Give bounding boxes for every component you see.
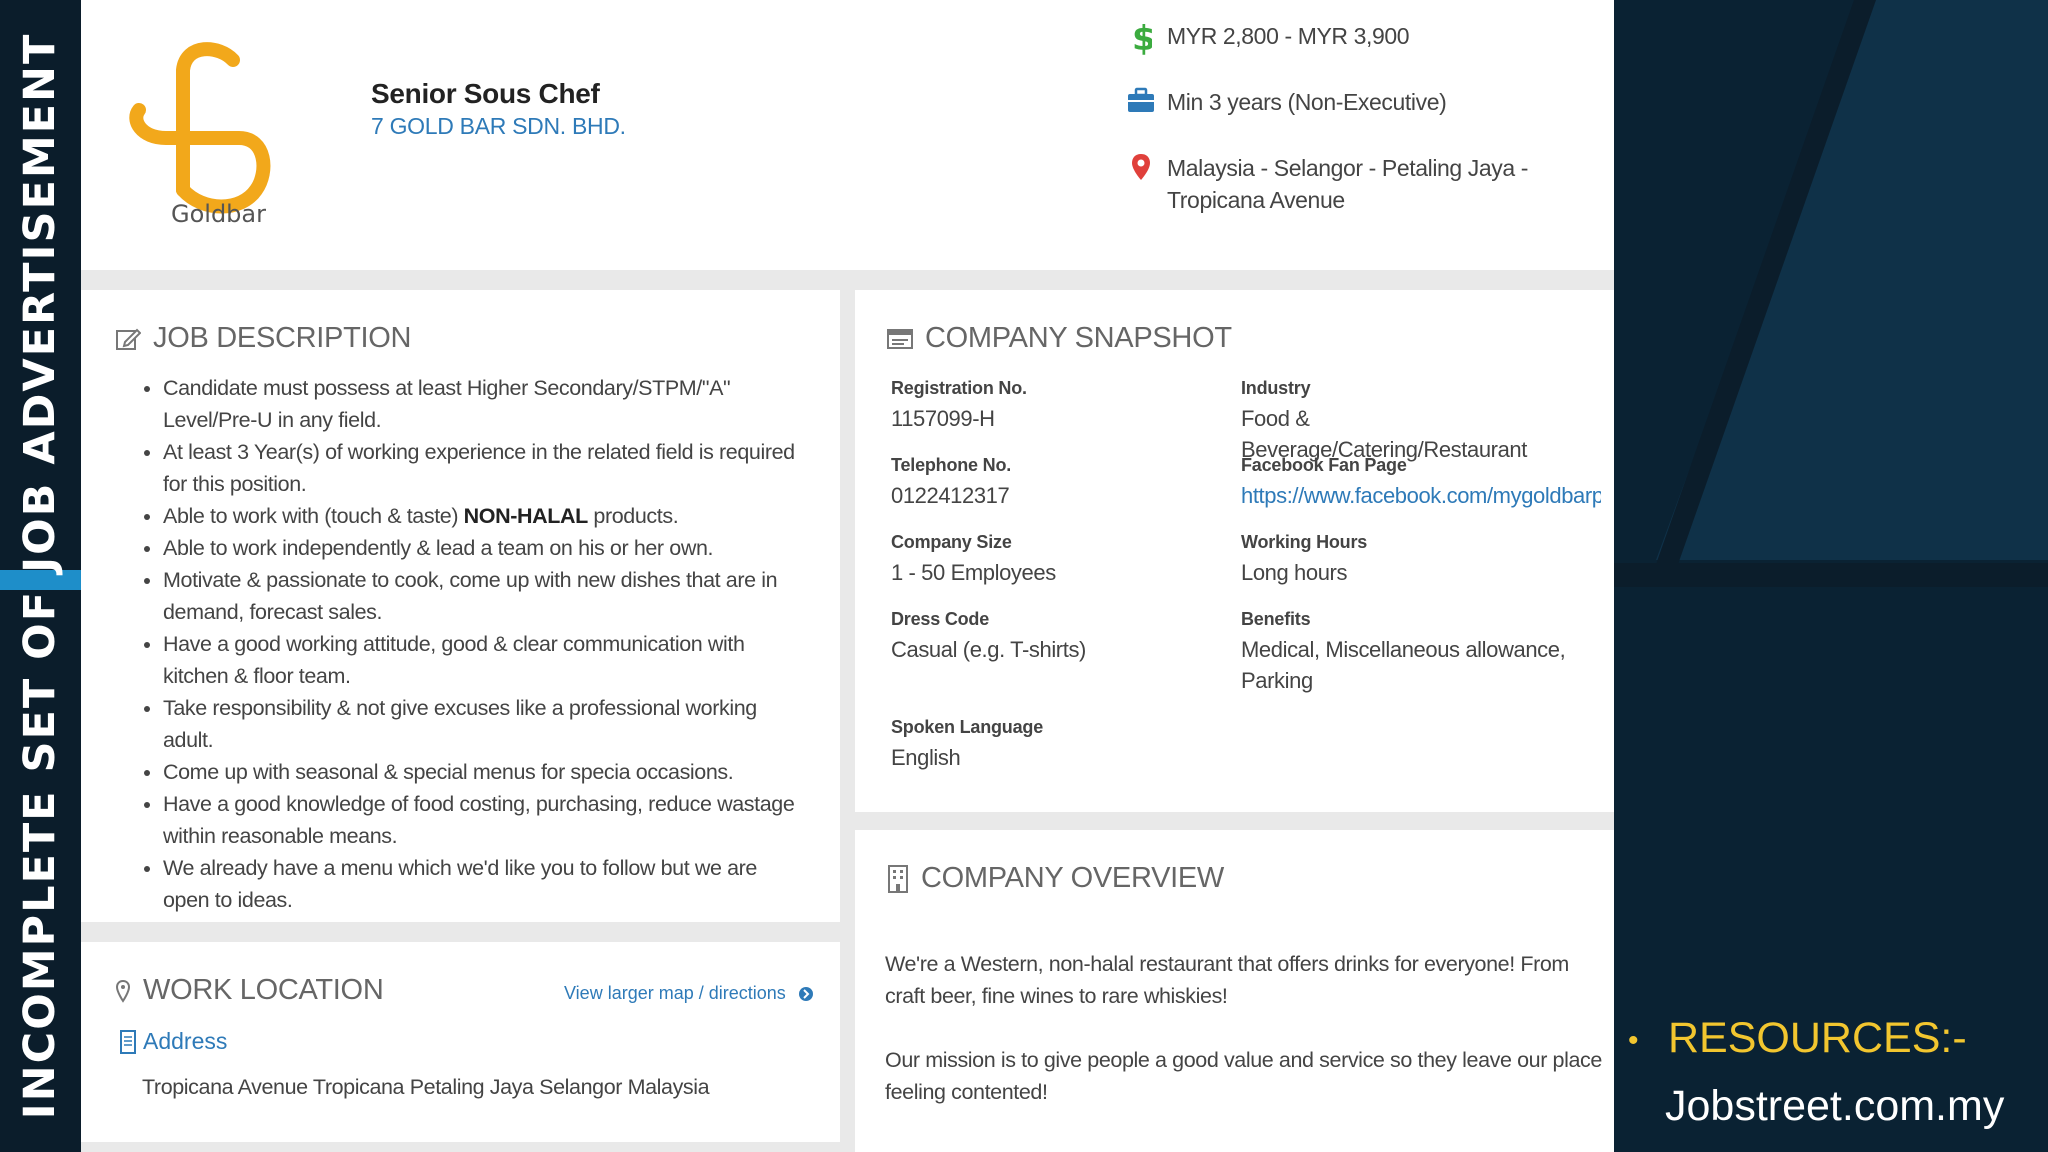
document-icon: [119, 1029, 137, 1055]
company-size-field: Company Size 1 - 50 Employees: [891, 532, 1056, 585]
job-ad-screenshot: Goldbar Senior Sous Chef 7 GOLD BAR SDN.…: [81, 0, 1614, 1152]
job-title: Senior Sous Chef: [371, 78, 600, 109]
map-pin-icon: [1121, 152, 1161, 182]
briefcase-icon: [1121, 86, 1161, 114]
list-item: Motivate & passionate to cook, come up w…: [163, 564, 803, 628]
resources-heading: • RESOURCES:-: [1628, 1014, 1967, 1062]
building-icon: [887, 864, 909, 894]
dollar-icon: $: [1121, 20, 1161, 56]
company-snapshot-heading: COMPANY SNAPSHOT: [887, 322, 1232, 355]
dress-code-field: Dress Code Casual (e.g. T-shirts): [891, 609, 1086, 662]
list-item: Come up with seasonal & special menus fo…: [163, 756, 803, 788]
svg-text:$: $: [1132, 20, 1152, 56]
list-item: We already have a menu which we'd like y…: [163, 852, 803, 916]
list-item: At least 3 Year(s) of working experience…: [163, 436, 803, 500]
industry-field: Industry Food & Beverage/Catering/Restau…: [1241, 378, 1527, 462]
edit-icon: [115, 326, 141, 352]
address-heading: Address: [119, 1028, 227, 1055]
salary-range: MYR 2,800 - MYR 3,900: [1167, 23, 1410, 49]
location-row: Malaysia - Selangor - Petaling Jaya - Tr…: [1121, 152, 1587, 216]
spoken-language-field: Spoken Language English: [891, 717, 1044, 770]
work-location-heading: WORK LOCATION: [115, 974, 384, 1007]
list-item: Take responsibility & not give excuses l…: [163, 692, 803, 756]
job-description-list: Candidate must possess at least Higher S…: [121, 372, 803, 916]
facebook-field: Facebook Fan Page https://www.facebook.c…: [1241, 455, 1601, 511]
facebook-link[interactable]: https://www.facebook.com/mygoldbarpj: [1241, 480, 1601, 511]
overview-paragraph-2: Our mission is to give people a good val…: [885, 1048, 1602, 1104]
diagonal-decor: [1614, 0, 2048, 1152]
list-item: Able to work with (touch & taste) NON-HA…: [163, 500, 803, 532]
address-value: Tropicana Avenue Tropicana Petaling Jaya…: [142, 1075, 710, 1099]
experience-row: Min 3 years (Non-Executive): [1121, 86, 1587, 118]
overview-paragraph-1: We're a Western, non-halal restaurant th…: [885, 952, 1569, 1008]
right-decor-panel: [1614, 0, 2048, 1152]
job-description-heading: JOB DESCRIPTION: [115, 322, 411, 355]
registration-field: Registration No. 1157099-H: [891, 378, 1027, 431]
benefits-field: Benefits Medical, Miscellaneous allowanc…: [1241, 609, 1566, 693]
working-hours-field: Working Hours Long hours: [1241, 532, 1368, 585]
company-name-link[interactable]: 7 GOLD BAR SDN. BHD.: [371, 113, 626, 140]
list-item: Able to work independently & lead a team…: [163, 532, 803, 564]
telephone-field: Telephone No. 0122412317: [891, 455, 1012, 508]
company-overview-heading: COMPANY OVERVIEW: [887, 862, 1224, 895]
id-card-icon: [887, 327, 913, 351]
slide-vertical-title: INCOMPLETE SET OF JOB ADVERTISEMENT: [15, 32, 65, 1120]
list-item: Have a good working attitude, good & cle…: [163, 628, 803, 692]
salary-row: $ MYR 2,800 - MYR 3,900: [1121, 20, 1587, 56]
non-halal-emphasis: NON-HALAL: [463, 504, 589, 528]
logo-wordmark: Goldbar: [171, 200, 266, 228]
arrow-circle-icon: [798, 986, 814, 1002]
job-header: Goldbar Senior Sous Chef 7 GOLD BAR SDN.…: [81, 0, 1614, 270]
job-location: Malaysia - Selangor - Petaling Jaya - Tr…: [1167, 155, 1529, 213]
map-pin-icon: [115, 979, 131, 1003]
list-item: Have a good knowledge of food costing, p…: [163, 788, 803, 852]
experience-requirement: Min 3 years (Non-Executive): [1167, 89, 1447, 115]
view-larger-map-link[interactable]: View larger map / directions: [564, 983, 814, 1004]
left-banner: INCOMPLETE SET OF JOB ADVERTISEMENT: [0, 0, 81, 1152]
resources-source: Jobstreet.com.my: [1665, 1082, 2005, 1130]
list-item: Candidate must possess at least Higher S…: [163, 372, 803, 436]
bullet-icon: •: [1628, 1023, 1639, 1057]
